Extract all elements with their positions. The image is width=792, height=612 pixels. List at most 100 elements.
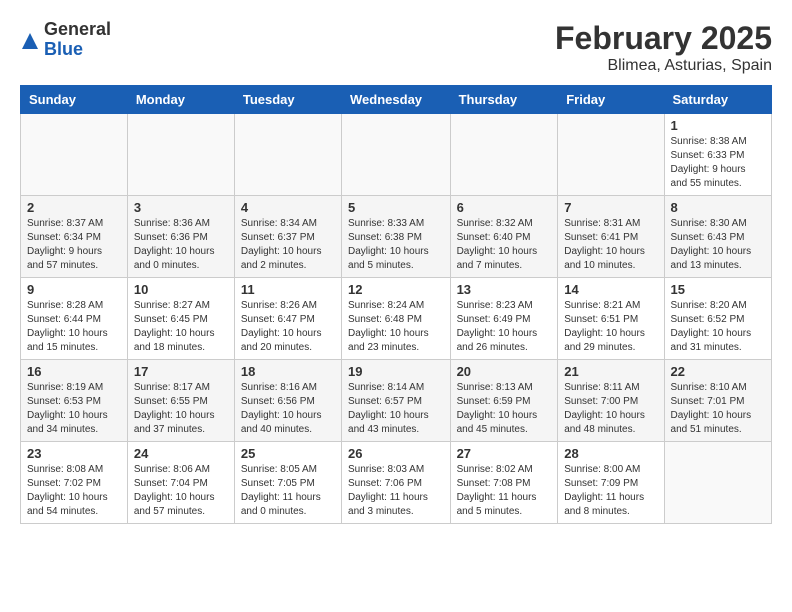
logo-general-text: General xyxy=(44,20,111,40)
day-info: Sunrise: 8:17 AM Sunset: 6:55 PM Dayligh… xyxy=(134,381,228,437)
calendar-day-cell: 28 Sunrise: 8:00 AM Sunset: 7:09 PM Dayli… xyxy=(558,442,664,524)
day-number: 10 xyxy=(134,282,228,297)
calendar-day-cell: 27 Sunrise: 8:02 AM Sunset: 7:08 PM Dayli… xyxy=(450,442,558,524)
calendar-day-cell: 3 Sunrise: 8:36 AM Sunset: 6:36 PM Daylig… xyxy=(127,196,234,278)
day-number: 4 xyxy=(241,200,335,215)
day-number: 13 xyxy=(457,282,552,297)
day-info: Sunrise: 8:02 AM Sunset: 7:08 PM Dayligh… xyxy=(457,463,552,519)
calendar-subtitle: Blimea, Asturias, Spain xyxy=(555,57,772,75)
day-info: Sunrise: 8:33 AM Sunset: 6:38 PM Dayligh… xyxy=(348,217,444,273)
day-number: 25 xyxy=(241,446,335,461)
calendar-day-cell: 2Sunrise: 8:37 AM Sunset: 6:34 PM Daylig… xyxy=(21,196,128,278)
calendar-day-cell: 7Sunrise: 8:31 AM Sunset: 6:41 PM Daylig… xyxy=(558,196,664,278)
col-header-wednesday: Wednesday xyxy=(342,86,451,114)
calendar-day-cell: 11 Sunrise: 8:26 AM Sunset: 6:47 PM Dayli… xyxy=(234,278,341,360)
day-number: 24 xyxy=(134,446,228,461)
calendar-day-cell: 19 Sunrise: 8:14 AM Sunset: 6:57 PM Dayli… xyxy=(342,360,451,442)
col-header-sunday: Sunday xyxy=(21,86,128,114)
calendar-day-cell: 17 Sunrise: 8:17 AM Sunset: 6:55 PM Dayli… xyxy=(127,360,234,442)
day-number: 5 xyxy=(348,200,444,215)
calendar-week-row: 2Sunrise: 8:37 AM Sunset: 6:34 PM Daylig… xyxy=(21,196,772,278)
day-info: Sunrise: 8:06 AM Sunset: 7:04 PM Dayligh… xyxy=(134,463,228,519)
calendar-day-cell: 8 Sunrise: 8:30 AM Sunset: 6:43 PM Daylig… xyxy=(664,196,771,278)
day-number: 26 xyxy=(348,446,444,461)
day-number: 15 xyxy=(671,282,765,297)
page-header: General Blue February 2025 Blimea, Astur… xyxy=(20,20,772,75)
calendar-day-cell: 4 Sunrise: 8:34 AM Sunset: 6:37 PM Daylig… xyxy=(234,196,341,278)
day-number: 28 xyxy=(564,446,657,461)
day-number: 17 xyxy=(134,364,228,379)
calendar-day-cell: 22 Sunrise: 8:10 AM Sunset: 7:01 PM Dayli… xyxy=(664,360,771,442)
calendar-day-cell: 16 Sunrise: 8:19 AM Sunset: 6:53 PM Dayli… xyxy=(21,360,128,442)
day-info: Sunrise: 8:27 AM Sunset: 6:45 PM Dayligh… xyxy=(134,299,228,355)
calendar-day-cell xyxy=(664,442,771,524)
day-number: 14 xyxy=(564,282,657,297)
day-info: Sunrise: 8:00 AM Sunset: 7:09 PM Dayligh… xyxy=(564,463,657,519)
calendar-week-row: 1 Sunrise: 8:38 AM Sunset: 6:33 PM Daylig… xyxy=(21,114,772,196)
day-info: Sunrise: 8:08 AM Sunset: 7:02 PM Dayligh… xyxy=(27,463,121,519)
calendar-day-cell: 25 Sunrise: 8:05 AM Sunset: 7:05 PM Dayli… xyxy=(234,442,341,524)
calendar-day-cell: 26 Sunrise: 8:03 AM Sunset: 7:06 PM Dayli… xyxy=(342,442,451,524)
col-header-tuesday: Tuesday xyxy=(234,86,341,114)
day-info: Sunrise: 8:14 AM Sunset: 6:57 PM Dayligh… xyxy=(348,381,444,437)
calendar-table: SundayMondayTuesdayWednesdayThursdayFrid… xyxy=(20,85,772,524)
calendar-day-cell xyxy=(342,114,451,196)
calendar-day-cell xyxy=(127,114,234,196)
calendar-day-cell: 9 Sunrise: 8:28 AM Sunset: 6:44 PM Daylig… xyxy=(21,278,128,360)
calendar-week-row: 16 Sunrise: 8:19 AM Sunset: 6:53 PM Dayli… xyxy=(21,360,772,442)
calendar-day-cell: 10 Sunrise: 8:27 AM Sunset: 6:45 PM Dayli… xyxy=(127,278,234,360)
day-number: 21 xyxy=(564,364,657,379)
day-number: 7 xyxy=(564,200,657,215)
day-number: 12 xyxy=(348,282,444,297)
calendar-day-cell xyxy=(234,114,341,196)
day-number: 1 xyxy=(671,118,765,133)
calendar-day-cell xyxy=(450,114,558,196)
day-number: 20 xyxy=(457,364,552,379)
col-header-friday: Friday xyxy=(558,86,664,114)
day-number: 2 xyxy=(27,200,121,215)
day-number: 9 xyxy=(27,282,121,297)
calendar-day-cell: 20 Sunrise: 8:13 AM Sunset: 6:59 PM Dayli… xyxy=(450,360,558,442)
calendar-day-cell: 24 Sunrise: 8:06 AM Sunset: 7:04 PM Dayli… xyxy=(127,442,234,524)
calendar-day-cell: 13Sunrise: 8:23 AM Sunset: 6:49 PM Dayli… xyxy=(450,278,558,360)
day-number: 16 xyxy=(27,364,121,379)
day-info: Sunrise: 8:16 AM Sunset: 6:56 PM Dayligh… xyxy=(241,381,335,437)
day-number: 27 xyxy=(457,446,552,461)
day-number: 3 xyxy=(134,200,228,215)
calendar-title: February 2025 xyxy=(555,20,772,57)
day-number: 19 xyxy=(348,364,444,379)
day-number: 11 xyxy=(241,282,335,297)
day-number: 6 xyxy=(457,200,552,215)
logo-blue-text: Blue xyxy=(44,40,111,60)
day-number: 23 xyxy=(27,446,121,461)
calendar-day-cell: 15 Sunrise: 8:20 AM Sunset: 6:52 PM Dayli… xyxy=(664,278,771,360)
calendar-header-row: SundayMondayTuesdayWednesdayThursdayFrid… xyxy=(21,86,772,114)
day-info: Sunrise: 8:34 AM Sunset: 6:37 PM Dayligh… xyxy=(241,217,335,273)
calendar-week-row: 23 Sunrise: 8:08 AM Sunset: 7:02 PM Dayli… xyxy=(21,442,772,524)
col-header-monday: Monday xyxy=(127,86,234,114)
calendar-week-row: 9 Sunrise: 8:28 AM Sunset: 6:44 PM Daylig… xyxy=(21,278,772,360)
day-info: Sunrise: 8:28 AM Sunset: 6:44 PM Dayligh… xyxy=(27,299,121,355)
day-number: 18 xyxy=(241,364,335,379)
day-info: Sunrise: 8:36 AM Sunset: 6:36 PM Dayligh… xyxy=(134,217,228,273)
day-number: 8 xyxy=(671,200,765,215)
day-info: Sunrise: 8:38 AM Sunset: 6:33 PM Dayligh… xyxy=(671,135,765,191)
col-header-saturday: Saturday xyxy=(664,86,771,114)
calendar-day-cell: 1 Sunrise: 8:38 AM Sunset: 6:33 PM Daylig… xyxy=(664,114,771,196)
day-info: Sunrise: 8:03 AM Sunset: 7:06 PM Dayligh… xyxy=(348,463,444,519)
day-info: Sunrise: 8:30 AM Sunset: 6:43 PM Dayligh… xyxy=(671,217,765,273)
day-info: Sunrise: 8:19 AM Sunset: 6:53 PM Dayligh… xyxy=(27,381,121,437)
day-info: Sunrise: 8:10 AM Sunset: 7:01 PM Dayligh… xyxy=(671,381,765,437)
day-info: Sunrise: 8:32 AM Sunset: 6:40 PM Dayligh… xyxy=(457,217,552,273)
calendar-day-cell: 21Sunrise: 8:11 AM Sunset: 7:00 PM Dayli… xyxy=(558,360,664,442)
calendar-day-cell: 14 Sunrise: 8:21 AM Sunset: 6:51 PM Dayli… xyxy=(558,278,664,360)
calendar-day-cell xyxy=(558,114,664,196)
day-info: Sunrise: 8:21 AM Sunset: 6:51 PM Dayligh… xyxy=(564,299,657,355)
day-info: Sunrise: 8:24 AM Sunset: 6:48 PM Dayligh… xyxy=(348,299,444,355)
day-info: Sunrise: 8:13 AM Sunset: 6:59 PM Dayligh… xyxy=(457,381,552,437)
day-info: Sunrise: 8:20 AM Sunset: 6:52 PM Dayligh… xyxy=(671,299,765,355)
day-info: Sunrise: 8:26 AM Sunset: 6:47 PM Dayligh… xyxy=(241,299,335,355)
day-info: Sunrise: 8:05 AM Sunset: 7:05 PM Dayligh… xyxy=(241,463,335,519)
day-number: 22 xyxy=(671,364,765,379)
col-header-thursday: Thursday xyxy=(450,86,558,114)
